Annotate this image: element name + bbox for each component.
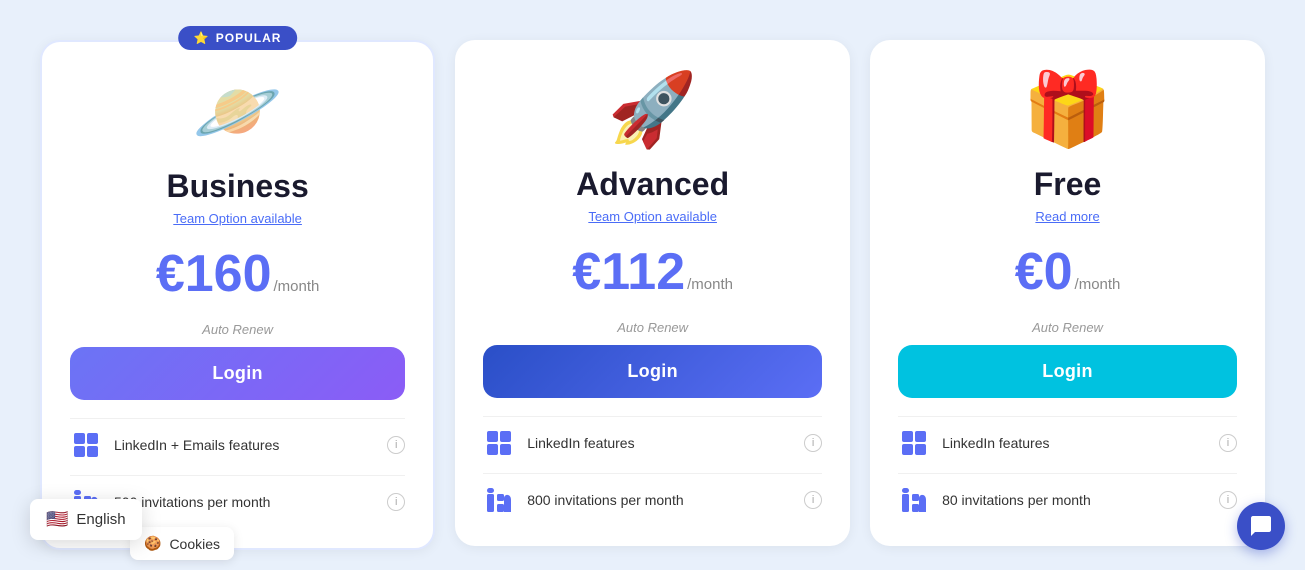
plan-icon-free: 🎁 — [1023, 64, 1113, 154]
info-icon-adv-1[interactable]: i — [804, 491, 822, 509]
price-symbol-free: € — [1015, 243, 1044, 301]
price-symbol-business: € — [156, 245, 185, 303]
plan-icon-business: 🪐 — [193, 66, 283, 156]
info-icon-free-1[interactable]: i — [1219, 491, 1237, 509]
info-icon-0[interactable]: i — [387, 436, 405, 454]
linkedin-email-icon-adv — [483, 427, 515, 459]
price-period-advanced: /month — [687, 276, 733, 293]
plan-card-advanced: 🚀 Advanced Team Option available €112 /m… — [455, 40, 850, 546]
info-icon-free-0[interactable]: i — [1219, 434, 1237, 452]
plan-card-free: 🎁 Free Read more €0 /month Auto Renew Lo… — [870, 40, 1265, 546]
feature-left-0: LinkedIn + Emails features — [70, 429, 279, 461]
language-dropdown[interactable]: 🇺🇸 English — [30, 499, 142, 540]
login-button-business[interactable]: Login — [70, 347, 405, 400]
feature-text-0: LinkedIn + Emails features — [114, 437, 279, 453]
cookies-bar[interactable]: 🍪 Cookies — [130, 527, 234, 560]
feature-left-free-1: 80 invitations per month — [898, 484, 1091, 516]
price-period-business: /month — [274, 278, 320, 295]
read-more-link-free[interactable]: Read more — [1035, 209, 1099, 224]
feature-item-free-1: 80 invitations per month i — [898, 473, 1237, 526]
feature-list-free: LinkedIn features i 80 invitations per m… — [898, 416, 1237, 526]
plan-name-business: Business — [166, 168, 308, 205]
popular-badge-text: POPULAR — [216, 31, 282, 45]
feature-list-advanced: LinkedIn features i 800 invitations per … — [483, 416, 822, 526]
language-label: English — [76, 511, 125, 528]
cookies-label: Cookies — [169, 536, 220, 552]
feature-text-free-0: LinkedIn features — [942, 435, 1049, 451]
price-main-advanced: €112 — [572, 242, 685, 302]
price-main-business: €160 — [156, 244, 272, 304]
feature-item-free-0: LinkedIn features i — [898, 416, 1237, 469]
flag-icon: 🇺🇸 — [46, 509, 68, 530]
feature-text-adv-1: 800 invitations per month — [527, 492, 683, 508]
team-option-link-business[interactable]: Team Option available — [173, 211, 302, 226]
feature-item-0: LinkedIn + Emails features i — [70, 418, 405, 471]
team-option-link-advanced[interactable]: Team Option available — [588, 209, 717, 224]
linkedin-email-icon — [70, 429, 102, 461]
info-icon-1[interactable]: i — [387, 493, 405, 511]
cookie-icon: 🍪 — [144, 535, 161, 552]
plan-name-free: Free — [1034, 166, 1102, 203]
price-row-business: €160 /month — [156, 244, 320, 304]
login-button-free[interactable]: Login — [898, 345, 1237, 398]
popular-badge: ⭐ POPULAR — [178, 26, 298, 50]
price-period-free: /month — [1075, 276, 1121, 293]
feature-left-free-0: LinkedIn features — [898, 427, 1049, 459]
price-amount-business: 160 — [185, 245, 272, 303]
login-button-advanced[interactable]: Login — [483, 345, 822, 398]
auto-renew-business: Auto Renew — [202, 322, 273, 337]
auto-renew-free: Auto Renew — [1032, 320, 1103, 335]
pricing-wrapper: ⭐ POPULAR 🪐 Business Team Option availab… — [0, 0, 1305, 570]
plan-card-business: ⭐ POPULAR 🪐 Business Team Option availab… — [40, 40, 435, 550]
price-symbol-advanced: € — [572, 243, 601, 301]
feature-text-adv-0: LinkedIn features — [527, 435, 634, 451]
star-icon: ⭐ — [194, 31, 210, 45]
linkedin-icon-free — [898, 484, 930, 516]
price-amount-advanced: 112 — [601, 243, 685, 301]
feature-item-adv-1: 800 invitations per month i — [483, 473, 822, 526]
price-row-free: €0 /month — [1015, 242, 1121, 302]
feature-text-free-1: 80 invitations per month — [942, 492, 1091, 508]
pricing-page: ⭐ POPULAR 🪐 Business Team Option availab… — [0, 0, 1305, 570]
info-icon-adv-0[interactable]: i — [804, 434, 822, 452]
chat-button[interactable] — [1237, 502, 1285, 550]
price-row-advanced: €112 /month — [572, 242, 733, 302]
linkedin-email-icon-free — [898, 427, 930, 459]
feature-left-adv-1: 800 invitations per month — [483, 484, 683, 516]
feature-item-adv-0: LinkedIn features i — [483, 416, 822, 469]
auto-renew-advanced: Auto Renew — [617, 320, 688, 335]
plan-name-advanced: Advanced — [576, 166, 729, 203]
linkedin-icon-adv — [483, 484, 515, 516]
plan-icon-advanced: 🚀 — [608, 64, 698, 154]
price-amount-free: 0 — [1044, 243, 1073, 301]
feature-left-adv-0: LinkedIn features — [483, 427, 634, 459]
price-main-free: €0 — [1015, 242, 1073, 302]
